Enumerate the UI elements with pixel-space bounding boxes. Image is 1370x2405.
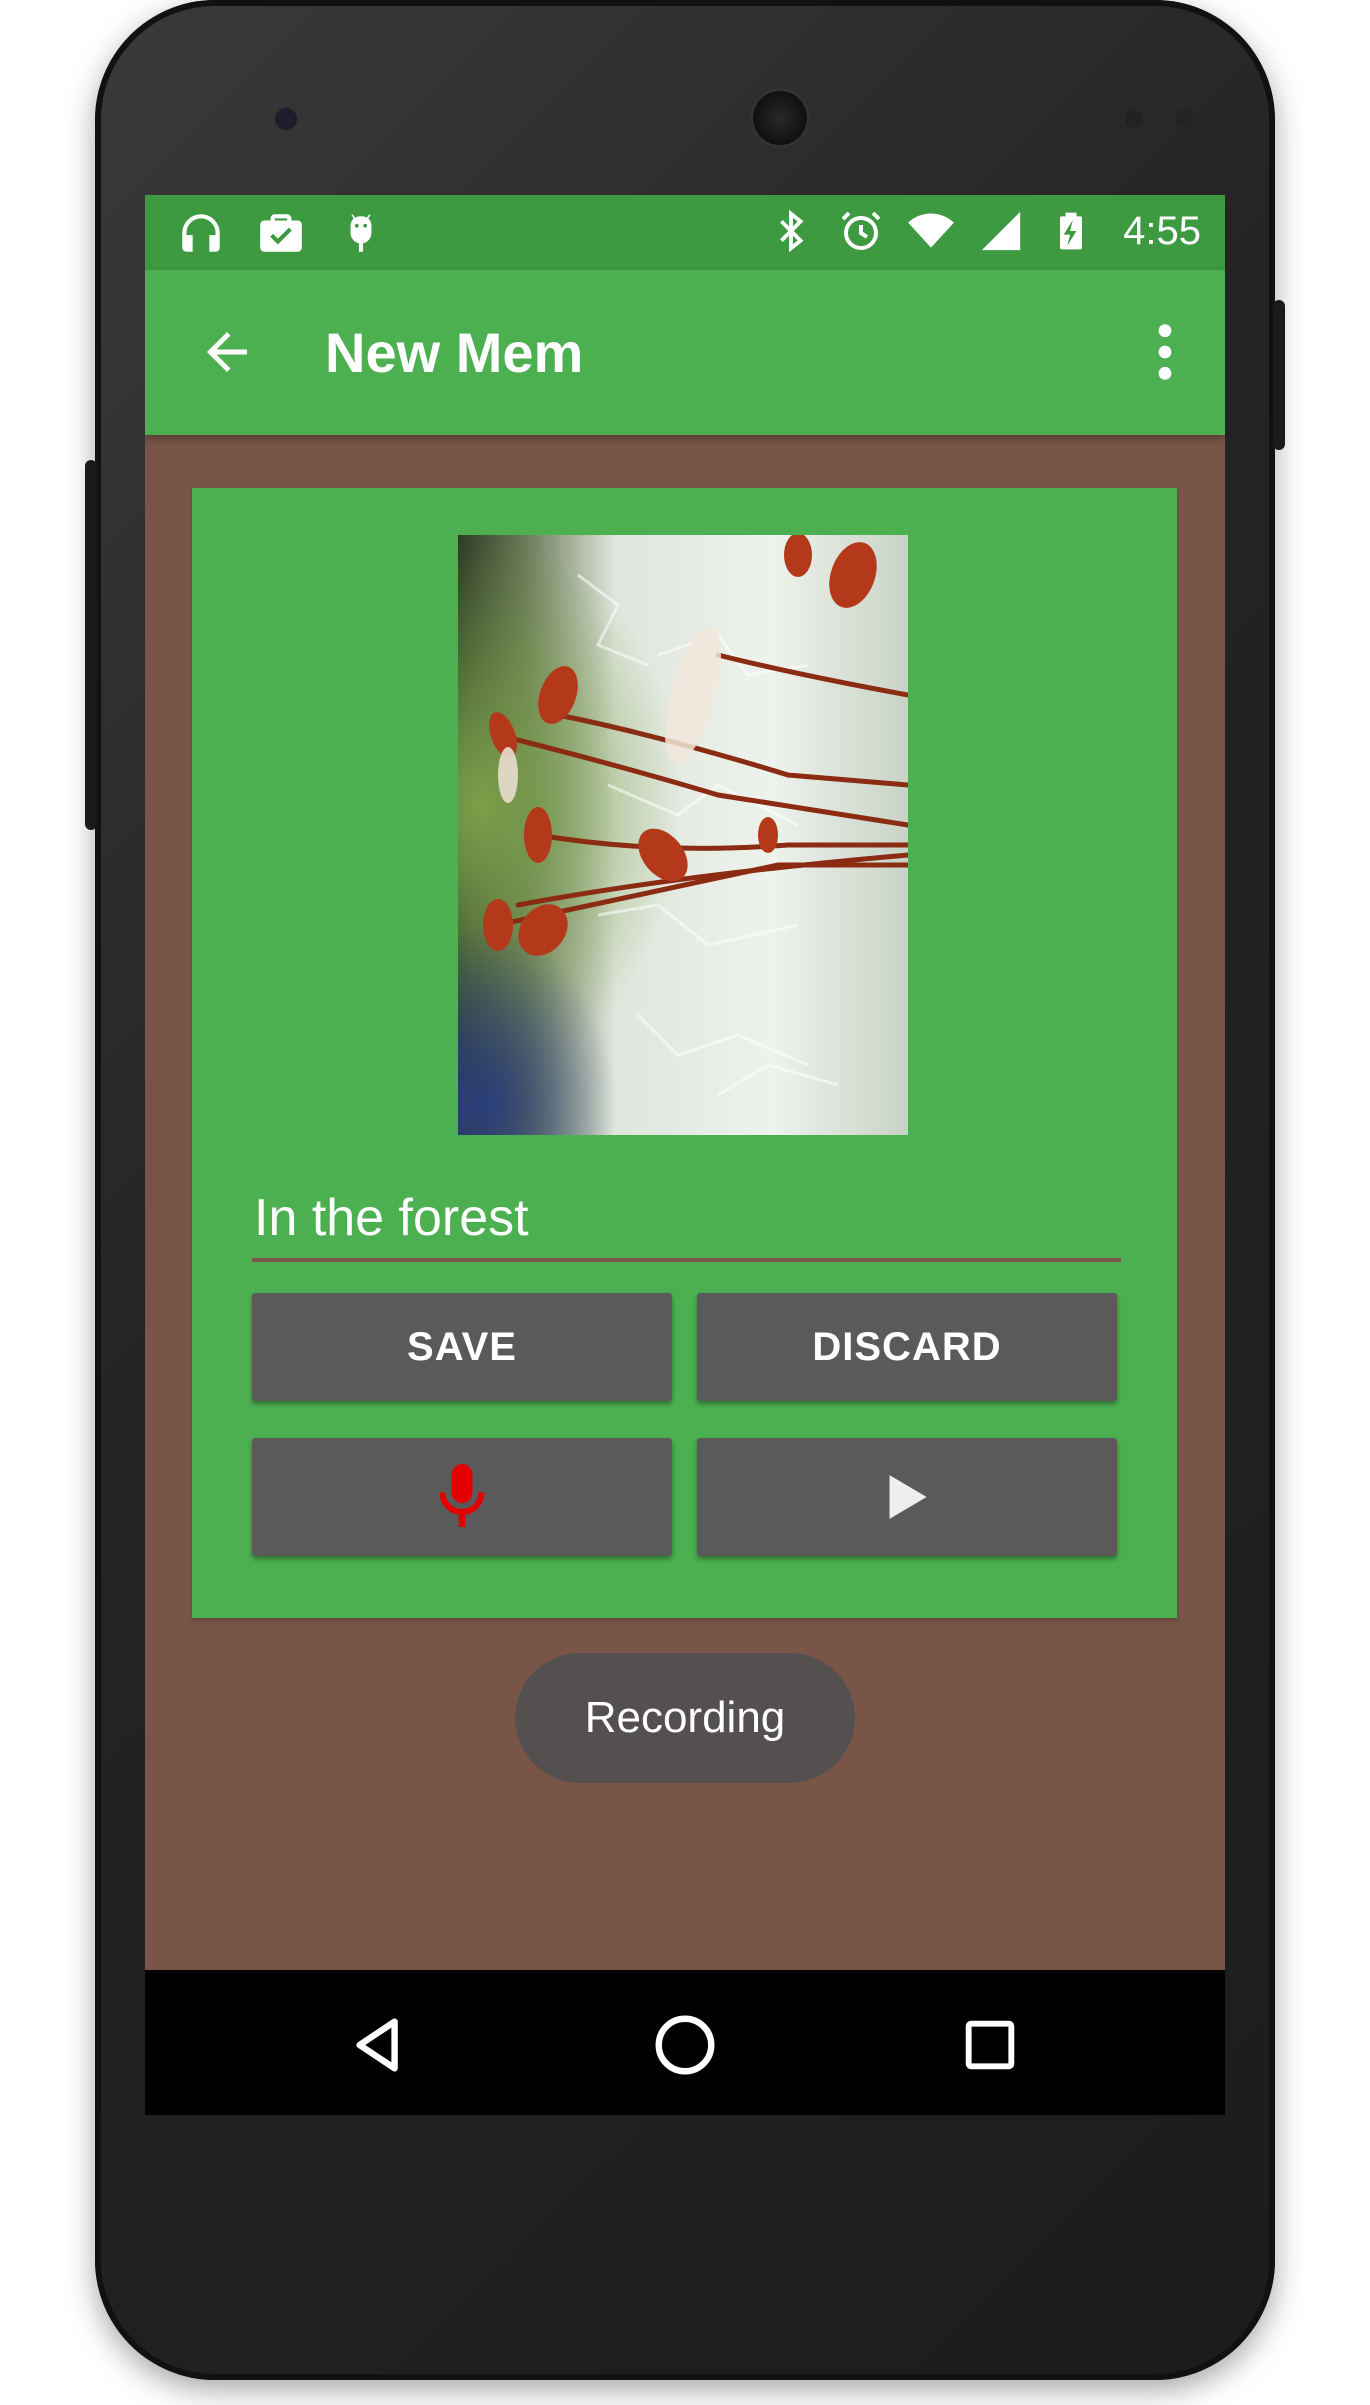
status-bar: 4:55 — [145, 195, 1225, 270]
play-icon — [889, 1475, 927, 1519]
volume-button — [85, 460, 97, 830]
alarm-icon — [835, 205, 887, 257]
nav-back-button[interactable] — [335, 2000, 425, 2090]
signal-icon — [975, 205, 1027, 257]
earpiece-speaker — [750, 88, 810, 148]
android-icon — [335, 207, 387, 259]
screen: 4:55 New Mem In the forest SAVE DISCARD … — [145, 195, 1225, 2115]
play-button[interactable] — [697, 1438, 1117, 1556]
arrow-back-icon — [207, 332, 247, 372]
headphones-icon — [175, 207, 227, 259]
app-bar: New Mem — [145, 270, 1225, 435]
briefcase-check-icon — [255, 207, 307, 259]
mem-title-field[interactable] — [252, 1178, 1121, 1262]
recording-toast: Recording — [515, 1653, 855, 1783]
back-button[interactable] — [185, 310, 269, 394]
battery-charging-icon — [1045, 205, 1097, 257]
mic-icon — [439, 1464, 485, 1527]
bluetooth-icon — [765, 205, 817, 257]
nav-home-button[interactable] — [640, 2000, 730, 2090]
photo-image — [458, 535, 908, 1135]
navigation-bar — [145, 1970, 1225, 2115]
overflow-menu-button[interactable] — [1135, 312, 1195, 392]
page-title: New Mem — [325, 321, 584, 384]
record-button[interactable] — [252, 1438, 672, 1556]
power-button — [1273, 300, 1285, 450]
home-circle-icon — [655, 2015, 715, 2075]
discard-button[interactable]: DISCARD — [697, 1293, 1117, 1401]
light-sensor — [1175, 110, 1193, 128]
front-camera — [275, 108, 297, 130]
more-vert-icon — [1158, 324, 1172, 380]
recents-square-icon — [965, 2020, 1015, 2070]
status-time: 4:55 — [1123, 208, 1201, 253]
save-button[interactable]: SAVE — [252, 1293, 672, 1401]
nav-recents-button[interactable] — [945, 2000, 1035, 2090]
wifi-icon — [905, 205, 957, 257]
mem-photo[interactable] — [458, 535, 908, 1135]
back-triangle-icon — [356, 2018, 398, 2072]
proximity-sensor — [1125, 110, 1143, 128]
mem-card: SAVE DISCARD — [192, 488, 1177, 1618]
